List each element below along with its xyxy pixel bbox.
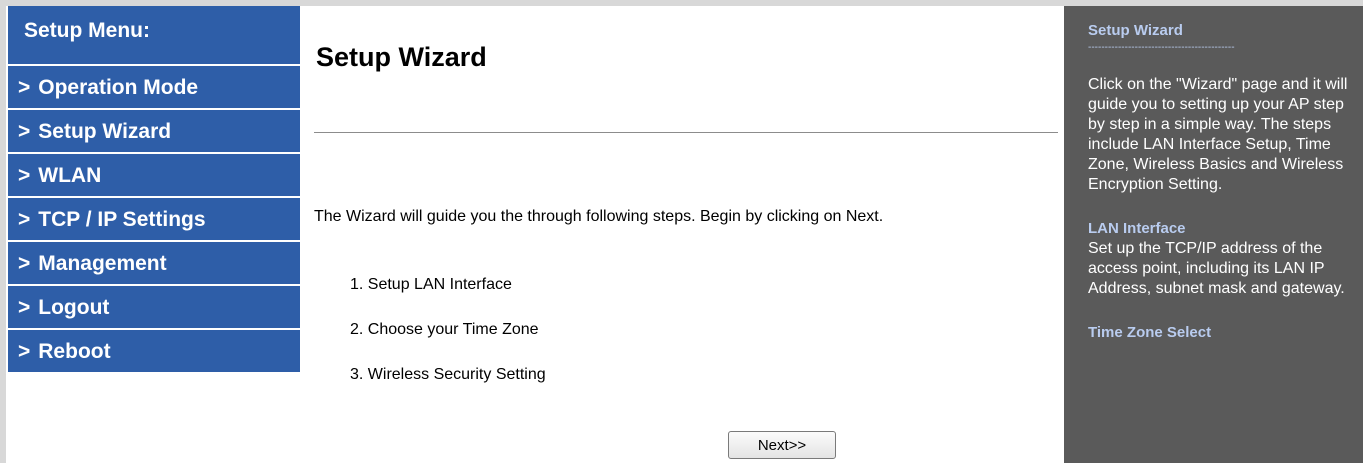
menu-item-label: Management <box>38 252 167 275</box>
menu-item-label: Setup Wizard <box>38 120 172 143</box>
wizard-steps-list: 1. Setup LAN Interface 2. Choose your Ti… <box>350 276 546 411</box>
page-frame: Setup Menu: > Operation Mode > Setup Wizar… <box>6 6 1363 463</box>
menu-item-operation-mode[interactable]: > Operation Mode <box>8 66 300 110</box>
menu-item-setup-wizard[interactable]: > Setup Wizard <box>8 110 300 154</box>
help-lan-text: Set up the TCP/IP address of the access … <box>1088 240 1345 297</box>
setup-menu-header: Setup Menu: <box>8 6 300 66</box>
menu-item-reboot[interactable]: > Reboot <box>8 330 300 374</box>
next-button[interactable]: Next>> <box>728 431 836 459</box>
menu-item-label: Logout <box>38 296 110 319</box>
menu-item-management[interactable]: > Management <box>8 242 300 286</box>
chevron-right-icon: > <box>18 208 31 231</box>
chevron-right-icon: > <box>18 76 31 99</box>
menu-item-tcp-ip-settings[interactable]: > TCP / IP Settings <box>8 198 300 242</box>
wizard-step-1: 1. Setup LAN Interface <box>350 276 512 293</box>
main-content: Setup Wizard The Wizard will guide you t… <box>298 6 1064 463</box>
help-lan-heading: LAN Interface <box>1088 220 1186 237</box>
chevron-right-icon: > <box>18 164 31 187</box>
chevron-right-icon: > <box>18 296 31 319</box>
menu-item-label: Reboot <box>38 340 111 363</box>
chevron-right-icon: > <box>18 120 31 143</box>
menu-item-logout[interactable]: > Logout <box>8 286 300 330</box>
help-wizard-text: Click on the "Wizard" page and it will g… <box>1088 76 1348 193</box>
help-title-rule: ----------------------------------------… <box>1088 42 1235 53</box>
page-title: Setup Wizard <box>316 42 487 72</box>
help-title: Setup Wizard <box>1088 22 1183 39</box>
wizard-intro-text: The Wizard will guide you the through fo… <box>314 208 884 225</box>
help-panel: Setup Wizard ---------------------------… <box>1064 6 1363 463</box>
chevron-right-icon: > <box>18 340 31 363</box>
setup-menu: Setup Menu: > Operation Mode > Setup Wizar… <box>8 6 300 374</box>
menu-item-label: TCP / IP Settings <box>38 208 206 231</box>
menu-item-label: WLAN <box>38 164 102 187</box>
menu-item-label: Operation Mode <box>38 76 199 99</box>
menu-item-wlan[interactable]: > WLAN <box>8 154 300 198</box>
wizard-step-3: 3. Wireless Security Setting <box>350 366 546 383</box>
help-timezone-heading: Time Zone Select <box>1088 324 1212 341</box>
title-divider <box>314 132 1058 133</box>
wizard-step-2: 2. Choose your Time Zone <box>350 321 539 338</box>
chevron-right-icon: > <box>18 252 31 275</box>
